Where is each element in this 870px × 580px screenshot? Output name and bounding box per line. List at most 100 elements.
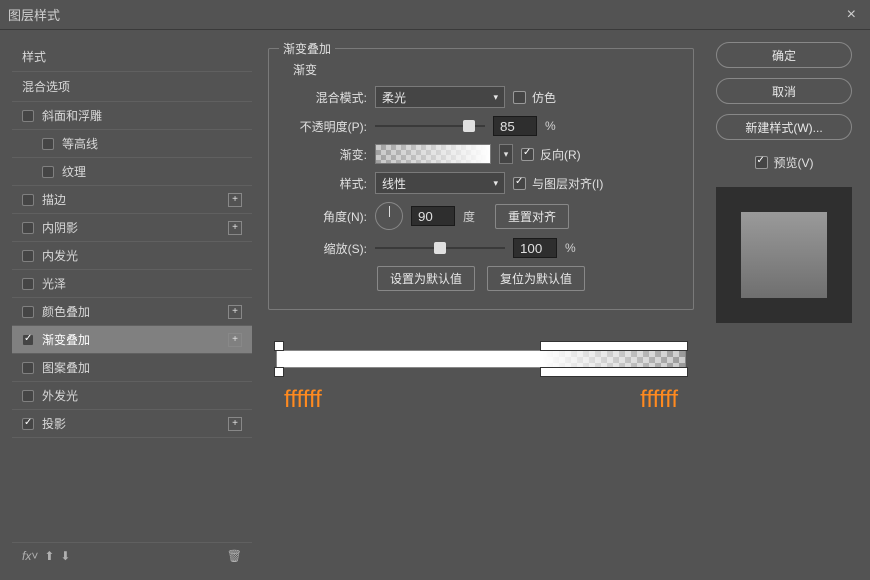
color-stop-right[interactable]	[540, 367, 688, 377]
sidebar-item-label: 投影	[42, 415, 224, 432]
blend-mode-value: 柔光	[382, 89, 406, 106]
preview-box	[716, 187, 852, 323]
blend-mode-label: 混合模式:	[283, 89, 367, 106]
style-select[interactable]: 线性 ▾	[375, 172, 505, 194]
plus-icon[interactable]: +	[228, 417, 242, 431]
new-style-button[interactable]: 新建样式(W)...	[716, 114, 852, 140]
reset-align-button[interactable]: 重置对齐	[495, 204, 569, 229]
opacity-unit: %	[545, 119, 556, 133]
sidebar-footer: fx˅ ⬆ ⬇ 🗑	[12, 542, 252, 568]
preview-swatch	[741, 212, 827, 298]
gradient-label: 渐变:	[283, 146, 367, 163]
set-default-button[interactable]: 设置为默认值	[377, 266, 475, 291]
plus-icon[interactable]: +	[228, 333, 242, 347]
section-label: 渐变	[283, 61, 679, 78]
opacity-stop-left[interactable]	[274, 341, 284, 351]
plus-icon[interactable]: +	[228, 193, 242, 207]
gradient-overlay-fieldset: 渐变叠加 渐变 混合模式: 柔光 ▾ 仿色 不透明度(P): %	[268, 48, 694, 310]
outer-glow-checkbox[interactable]	[22, 390, 34, 402]
dither-checkbox[interactable]	[513, 91, 526, 104]
inner-glow-checkbox[interactable]	[22, 250, 34, 262]
style-label: 样式:	[283, 175, 367, 192]
scale-label: 缩放(S):	[283, 240, 367, 257]
sidebar-item-inner-glow[interactable]: 内发光	[12, 242, 252, 270]
reverse-checkbox[interactable]	[521, 148, 534, 161]
sidebar-item-inner-shadow[interactable]: 内阴影 +	[12, 214, 252, 242]
texture-checkbox[interactable]	[42, 166, 54, 178]
color-annotation-left: ffffff	[284, 386, 322, 414]
move-down-icon[interactable]: ⬇	[60, 549, 70, 563]
sidebar-item-drop-shadow[interactable]: 投影 +	[12, 410, 252, 438]
sidebar-item-label: 光泽	[42, 275, 242, 292]
sidebar-header-blend[interactable]: 混合选项	[12, 72, 252, 102]
plus-icon[interactable]: +	[228, 221, 242, 235]
trash-icon[interactable]: 🗑	[227, 549, 242, 563]
scale-input[interactable]	[513, 238, 557, 258]
fx-menu-icon[interactable]: fx˅	[22, 549, 38, 563]
reset-default-button[interactable]: 复位为默认值	[487, 266, 585, 291]
close-icon[interactable]: ×	[841, 6, 862, 24]
sidebar-item-label: 等高线	[62, 135, 242, 152]
sidebar-item-bevel[interactable]: 斜面和浮雕	[12, 102, 252, 130]
sidebar-item-texture[interactable]: 纹理	[12, 158, 252, 186]
sidebar-item-label: 颜色叠加	[42, 303, 224, 320]
plus-icon[interactable]: +	[228, 305, 242, 319]
color-overlay-checkbox[interactable]	[22, 306, 34, 318]
opacity-input[interactable]	[493, 116, 537, 136]
pattern-overlay-checkbox[interactable]	[22, 362, 34, 374]
align-checkbox[interactable]	[513, 177, 526, 190]
window-title: 图层样式	[8, 5, 60, 24]
sidebar-header-styles[interactable]: 样式	[12, 42, 252, 72]
scale-slider[interactable]	[375, 247, 505, 249]
ok-button[interactable]: 确定	[716, 42, 852, 68]
opacity-stop-right[interactable]	[540, 341, 688, 351]
sidebar-item-contour[interactable]: 等高线	[12, 130, 252, 158]
angle-label: 角度(N):	[283, 208, 367, 225]
sidebar-item-label: 描边	[42, 191, 224, 208]
gradient-swatch[interactable]	[375, 144, 491, 164]
stroke-checkbox[interactable]	[22, 194, 34, 206]
gradient-dropdown-button[interactable]: ▾	[499, 144, 513, 164]
sidebar-item-outer-glow[interactable]: 外发光	[12, 382, 252, 410]
fieldset-title: 渐变叠加	[279, 40, 335, 57]
chevron-down-icon: ▾	[493, 178, 498, 189]
chevron-down-icon: ▾	[493, 92, 498, 103]
titlebar: 图层样式 ×	[0, 0, 870, 30]
sidebar-item-label: 内阴影	[42, 219, 224, 236]
preview-checkbox-wrap[interactable]: 预览(V)	[755, 154, 814, 171]
gradient-bar-wrap	[276, 350, 686, 368]
color-annotation-right: ffffff	[640, 386, 678, 414]
sidebar-item-satin[interactable]: 光泽	[12, 270, 252, 298]
sidebar-item-label: 外发光	[42, 387, 242, 404]
sidebar-item-gradient-overlay[interactable]: 渐变叠加 +	[12, 326, 252, 354]
sidebar-item-label: 内发光	[42, 247, 242, 264]
settings-panel: 渐变叠加 渐变 混合模式: 柔光 ▾ 仿色 不透明度(P): %	[268, 42, 694, 568]
sidebar-item-label: 渐变叠加	[42, 331, 224, 348]
action-panel: 确定 取消 新建样式(W)... 预览(V)	[710, 42, 858, 568]
gradient-overlay-checkbox[interactable]	[22, 334, 34, 346]
bevel-checkbox[interactable]	[22, 110, 34, 122]
opacity-slider[interactable]	[375, 125, 485, 127]
opacity-label: 不透明度(P):	[283, 118, 367, 135]
preview-label: 预览(V)	[774, 154, 814, 171]
dither-checkbox-wrap[interactable]: 仿色	[513, 89, 556, 106]
reverse-checkbox-wrap[interactable]: 反向(R)	[521, 146, 581, 163]
preview-checkbox[interactable]	[755, 156, 768, 169]
scale-unit: %	[565, 241, 576, 255]
color-stop-left[interactable]	[274, 367, 284, 377]
satin-checkbox[interactable]	[22, 278, 34, 290]
gradient-bar[interactable]	[276, 350, 686, 368]
drop-shadow-checkbox[interactable]	[22, 418, 34, 430]
angle-input[interactable]	[411, 206, 455, 226]
inner-shadow-checkbox[interactable]	[22, 222, 34, 234]
sidebar-item-pattern-overlay[interactable]: 图案叠加	[12, 354, 252, 382]
blend-mode-select[interactable]: 柔光 ▾	[375, 86, 505, 108]
contour-checkbox[interactable]	[42, 138, 54, 150]
cancel-button[interactable]: 取消	[716, 78, 852, 104]
reverse-label: 反向(R)	[540, 146, 581, 163]
angle-dial[interactable]	[375, 202, 403, 230]
move-up-icon[interactable]: ⬆	[44, 549, 54, 563]
sidebar-item-color-overlay[interactable]: 颜色叠加 +	[12, 298, 252, 326]
sidebar-item-stroke[interactable]: 描边 +	[12, 186, 252, 214]
align-checkbox-wrap[interactable]: 与图层对齐(I)	[513, 175, 603, 192]
